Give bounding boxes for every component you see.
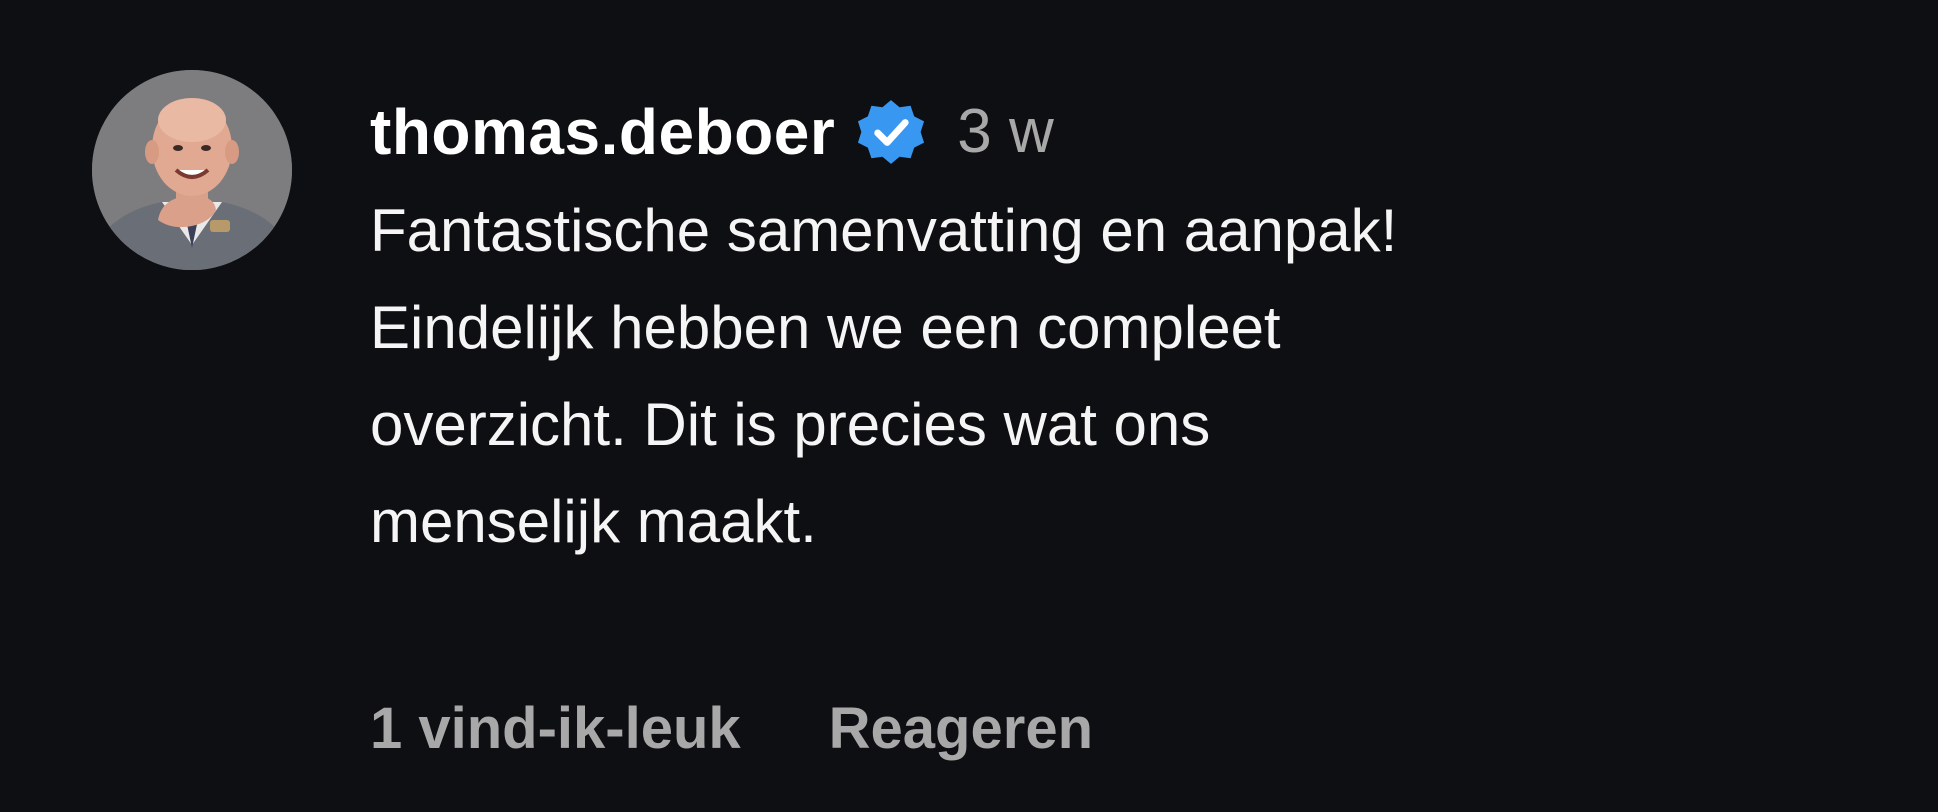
avatar[interactable]: [92, 70, 292, 270]
comment-body: thomas.deboer 3 w Fantastische samenvatt…: [370, 84, 1910, 570]
username-link[interactable]: thomas.deboer: [370, 100, 835, 164]
comment-text: Fantastische samenvatting en aanpak! Ein…: [370, 197, 1398, 555]
comment: thomas.deboer 3 w Fantastische samenvatt…: [0, 0, 1938, 812]
timestamp: 3 w: [957, 97, 1054, 166]
comment-actions: 1 vind-ik-leuk Reageren: [370, 700, 1093, 758]
reply-button[interactable]: Reageren: [829, 700, 1093, 758]
profile-photo: [92, 70, 292, 270]
comment-header: thomas.deboer 3 w: [370, 84, 1910, 180]
verified-badge-icon: [853, 94, 929, 170]
likes-count-button[interactable]: 1 vind-ik-leuk: [370, 700, 741, 758]
